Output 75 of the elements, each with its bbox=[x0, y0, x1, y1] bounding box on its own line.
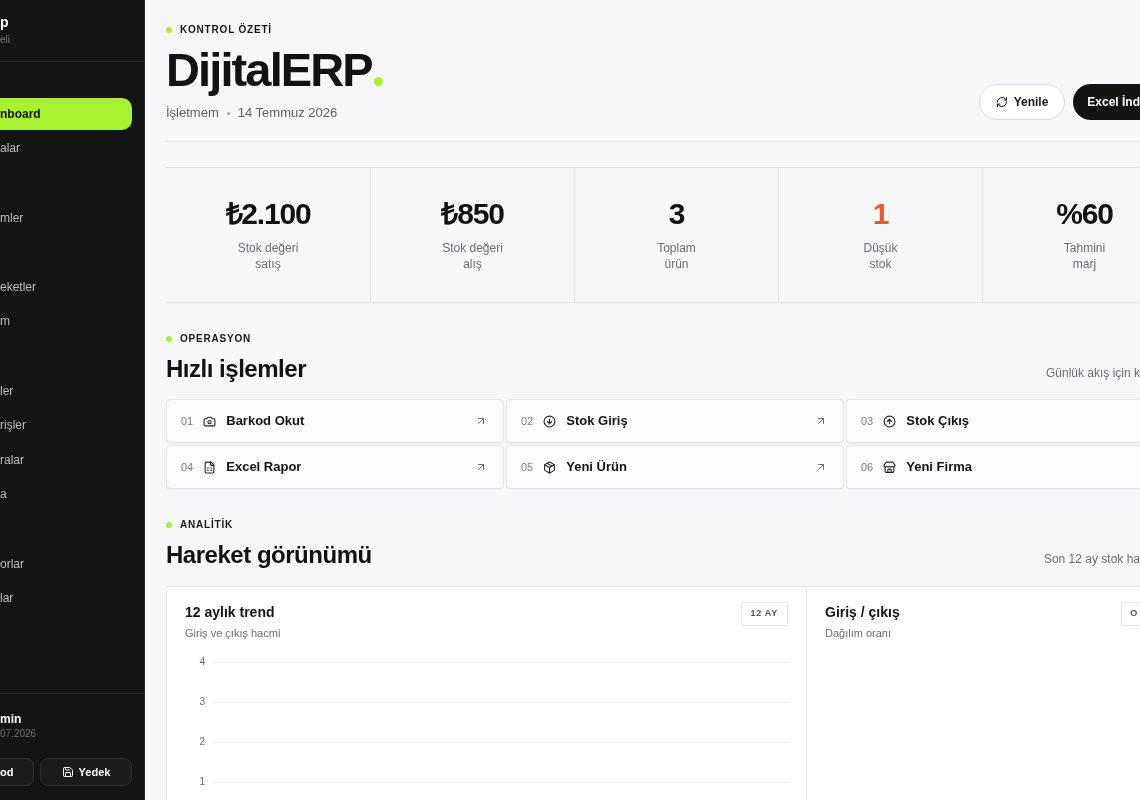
user-name: min bbox=[0, 712, 22, 726]
action-number: 04 bbox=[181, 460, 194, 474]
brand-subtitle: eli bbox=[0, 34, 10, 46]
user-date: 07.2026 bbox=[0, 728, 37, 740]
sidebar-nav-item[interactable]: lar bbox=[0, 590, 14, 607]
sidebar-nav-item[interactable]: rişler bbox=[0, 417, 26, 434]
action-number: 05 bbox=[521, 460, 534, 474]
stat-label: Stok değeri alış bbox=[442, 240, 503, 272]
action-label: Stok Çıkış bbox=[906, 413, 970, 429]
stat-value: %60 bbox=[1056, 198, 1113, 230]
section-eyebrow: ANALİTİK bbox=[180, 519, 234, 531]
period-badge: O bbox=[1121, 602, 1140, 626]
sidebar-nav-item[interactable]: ralar bbox=[0, 451, 24, 468]
sidebar-nav-item[interactable]: m bbox=[0, 313, 10, 330]
refresh-icon bbox=[995, 96, 1008, 108]
axis-tick-label: 4 bbox=[198, 656, 205, 668]
axis-tick-label: 1 bbox=[198, 776, 205, 788]
arrow-up-circle-icon bbox=[883, 414, 897, 428]
sidebar-nav-item[interactable]: mler bbox=[0, 209, 24, 226]
section-eyebrow: KONTROL ÖZETİ bbox=[180, 24, 272, 36]
arrow-down-circle-icon bbox=[543, 414, 557, 428]
section-eyebrow: OPERASYON bbox=[180, 333, 252, 345]
subtitle-text: 14 Temmuz 2026 bbox=[237, 105, 338, 121]
box-icon bbox=[543, 460, 557, 474]
sidebar-nav-item[interactable]: eketler bbox=[0, 278, 37, 295]
quick-action-button[interactable]: 01 Barkod Okut bbox=[166, 399, 504, 443]
action-label: Barkod Okut bbox=[226, 413, 305, 429]
sidebar-nav-item[interactable]: ler bbox=[0, 382, 14, 399]
quick-action-button[interactable]: 02 Stok Giriş bbox=[506, 399, 844, 443]
sidebar-footer-button[interactable]: od bbox=[0, 758, 34, 786]
sidebar-nav-item[interactable]: orlar bbox=[0, 555, 24, 572]
page-title: DijitalERP bbox=[166, 46, 372, 94]
stat-value: ₺850 bbox=[441, 198, 504, 230]
action-label: Yeni Firma bbox=[906, 459, 972, 475]
stat-label: Toplam ürün bbox=[657, 240, 696, 272]
section-note: Son 12 ay stok ha bbox=[1043, 552, 1140, 566]
card-subtitle: Dağılım oranı bbox=[825, 626, 893, 640]
stat-label: Stok değeri satış bbox=[237, 240, 299, 272]
brand-name: p bbox=[0, 14, 9, 30]
section-title: Hızlı işlemler bbox=[166, 355, 306, 383]
camera-icon bbox=[203, 414, 217, 428]
stat-label: Düşük stok bbox=[863, 240, 898, 272]
quick-action-button[interactable]: 03 Stok Çıkış bbox=[846, 399, 1140, 443]
backup-button[interactable]: Yedek bbox=[40, 758, 132, 786]
action-label: Excel Rapor bbox=[226, 459, 302, 475]
quick-action-button[interactable]: 04 Excel Rapor bbox=[166, 445, 504, 489]
action-label: Yeni Ürün bbox=[566, 459, 627, 475]
quick-action-button[interactable]: 05 Yeni Ürün bbox=[506, 445, 844, 489]
subtitle-text: İşletmem bbox=[166, 105, 219, 121]
section-title: Hareket görünümü bbox=[166, 541, 372, 569]
axis-tick-label: 2 bbox=[198, 736, 205, 748]
action-label: Stok Giriş bbox=[566, 413, 628, 429]
stat-value: 3 bbox=[668, 198, 685, 230]
period-badge: 12 AY bbox=[740, 602, 788, 626]
stat-value: 1 bbox=[872, 198, 889, 230]
action-number: 02 bbox=[521, 414, 534, 428]
action-number: 06 bbox=[861, 460, 874, 474]
sidebar-nav-item[interactable]: alar bbox=[0, 140, 20, 157]
section-note: Günlük akış için k bbox=[1045, 366, 1140, 380]
card-title: Giriş / çıkış bbox=[825, 603, 900, 621]
stat-value: ₺2.100 bbox=[225, 198, 311, 230]
store-icon bbox=[883, 460, 897, 474]
save-icon bbox=[61, 766, 74, 778]
sidebar-nav-item[interactable]: nboard bbox=[0, 97, 132, 130]
sidebar-nav-item[interactable]: a bbox=[0, 486, 7, 503]
quick-action-button[interactable]: 06 Yeni Firma bbox=[846, 445, 1140, 489]
action-number: 01 bbox=[181, 414, 194, 428]
card-title: 12 aylık trend bbox=[185, 603, 276, 621]
excel-download-button[interactable]: Excel İnd bbox=[1073, 84, 1140, 120]
spreadsheet-file-icon bbox=[203, 460, 217, 474]
refresh-button[interactable]: Yenile bbox=[978, 84, 1066, 120]
axis-tick-label: 3 bbox=[198, 696, 205, 708]
stat-label: Tahmini marj bbox=[1063, 240, 1106, 272]
card-subtitle: Giriş ve çıkış hacmi bbox=[185, 626, 281, 640]
action-number: 03 bbox=[861, 414, 874, 428]
